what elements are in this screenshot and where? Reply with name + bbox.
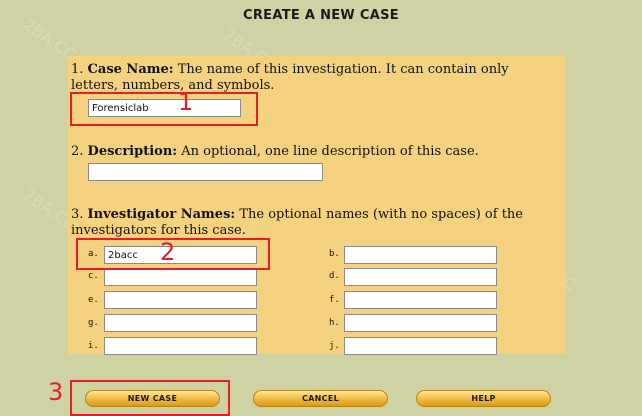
annotation-box-1: [70, 92, 258, 126]
investigator-e-input[interactable]: [104, 291, 257, 309]
description-label: Description:: [87, 144, 178, 159]
description-text: An optional, one line description of thi…: [181, 144, 479, 159]
investigator-j-label: j.: [329, 341, 340, 351]
investigator-e-label: e.: [88, 295, 99, 305]
investigator-i-input[interactable]: [104, 337, 257, 355]
description-heading: 2. Description: An optional, one line de…: [71, 144, 551, 160]
case-name-number: 1.: [71, 62, 84, 77]
annotation-number-1: 1: [178, 88, 194, 116]
page-title: CREATE A NEW CASE: [243, 8, 399, 23]
case-name-heading: 1. Case Name: The name of this investiga…: [71, 62, 551, 94]
description-input[interactable]: [88, 163, 323, 181]
cancel-button[interactable]: CANCEL: [253, 390, 388, 407]
investigator-g-label: g.: [88, 318, 99, 328]
case-name-label: Case Name:: [87, 62, 174, 77]
annotation-box-3: [70, 380, 230, 416]
investigator-h-label: h.: [329, 318, 340, 328]
description-number: 2.: [71, 144, 84, 159]
investigator-h-input[interactable]: [344, 314, 497, 332]
investigator-j-input[interactable]: [344, 337, 497, 355]
investigator-c-input[interactable]: [104, 268, 257, 286]
investigator-c-label: c.: [88, 271, 99, 281]
investigator-d-input[interactable]: [344, 268, 497, 286]
investigators-label: Investigator Names:: [87, 207, 236, 222]
investigator-b-input[interactable]: [344, 246, 497, 264]
investigator-d-label: d.: [329, 271, 340, 281]
investigator-f-label: f.: [329, 295, 340, 305]
help-button[interactable]: HELP: [416, 390, 551, 407]
investigators-number: 3.: [71, 207, 84, 222]
investigator-i-label: i.: [88, 341, 99, 351]
investigator-f-input[interactable]: [344, 291, 497, 309]
annotation-number-3: 3: [48, 378, 64, 406]
investigator-g-input[interactable]: [104, 314, 257, 332]
annotation-number-2: 2: [160, 238, 176, 266]
investigators-heading: 3. Investigator Names: The optional name…: [71, 207, 551, 239]
investigator-b-label: b.: [329, 249, 340, 259]
